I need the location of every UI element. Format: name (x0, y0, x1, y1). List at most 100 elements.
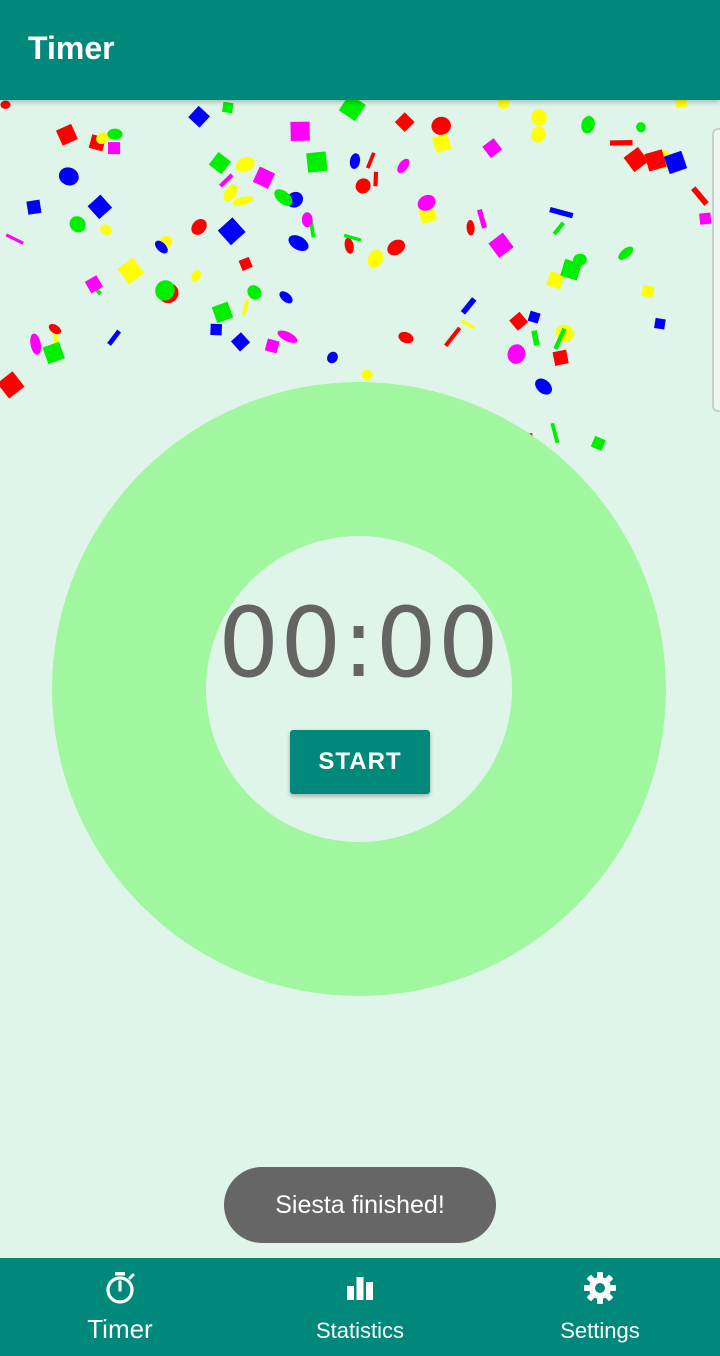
confetti-piece (308, 218, 316, 238)
confetti-piece (641, 284, 655, 298)
confetti-piece (242, 298, 250, 316)
confetti-piece (653, 150, 672, 169)
confetti-piece (301, 212, 313, 228)
confetti-piece (636, 122, 646, 133)
confetti-piece (100, 224, 112, 235)
confetti-piece (674, 100, 688, 109)
confetti-piece (230, 332, 251, 352)
confetti-piece (290, 121, 310, 141)
confetti-piece (223, 184, 238, 202)
confetti-piece (460, 297, 477, 315)
confetti-piece (535, 378, 553, 395)
confetti-piece (30, 333, 42, 355)
confetti-piece (108, 142, 121, 155)
confetti-piece (509, 311, 529, 331)
confetti-piece (235, 156, 255, 173)
confetti-piece (154, 240, 168, 254)
confetti-piece (274, 189, 293, 206)
confetti-piece (531, 330, 540, 346)
confetti-piece (398, 331, 414, 344)
timer-progress-ring: 00:00 START (52, 382, 666, 996)
time-display: 00:00 (218, 587, 500, 699)
confetti-piece (444, 326, 462, 348)
confetti-piece (191, 219, 207, 235)
confetti-piece (286, 191, 304, 208)
confetti-piece (367, 249, 384, 268)
confetti-piece (188, 105, 211, 128)
confetti-piece (58, 167, 79, 186)
app-title: Timer (28, 30, 115, 66)
confetti-piece (279, 291, 293, 304)
confetti-piece (550, 422, 560, 444)
confetti-piece (288, 235, 309, 252)
confetti-piece (691, 186, 709, 206)
confetti-piece (87, 279, 102, 296)
nav-item-timer[interactable]: Timer (0, 1258, 240, 1356)
confetti-piece (488, 232, 514, 258)
confetti-piece (42, 341, 65, 365)
confetti-piece (48, 323, 62, 335)
confetti-piece (238, 256, 253, 272)
nav-item-statistics[interactable]: Statistics (240, 1258, 480, 1356)
confetti-piece (552, 349, 569, 366)
confetti-piece (460, 319, 475, 330)
confetti-piece (327, 351, 338, 364)
app-bar: Timer (0, 0, 720, 100)
confetti-piece (5, 233, 24, 245)
confetti-piece (387, 239, 406, 256)
confetti-piece (84, 275, 104, 294)
confetti-piece (117, 257, 145, 285)
confetti-piece (96, 132, 109, 145)
confetti-piece (531, 126, 546, 143)
confetti-piece (560, 258, 582, 281)
confetti-piece (552, 221, 565, 236)
confetti-piece (107, 128, 123, 140)
confetti-piece (107, 329, 122, 346)
confetti-piece (590, 435, 606, 451)
confetti-piece (55, 123, 78, 146)
confetti-piece (52, 330, 60, 348)
confetti-piece (623, 146, 649, 173)
confetti-piece (26, 199, 42, 215)
confetti-piece (361, 369, 373, 381)
confetti-piece (431, 116, 451, 135)
confetti-piece (88, 134, 106, 152)
confetti-piece (618, 246, 634, 260)
confetti-piece (527, 310, 541, 324)
confetti-piece (0, 100, 11, 109)
confetti-piece (654, 317, 666, 330)
confetti-piece (573, 253, 587, 266)
nav-item-settings[interactable]: Settings (480, 1258, 720, 1356)
bar-chart-icon (347, 1277, 373, 1300)
start-button[interactable]: START (290, 730, 430, 794)
confetti-piece (222, 101, 234, 114)
confetti-piece (208, 151, 232, 175)
confetti-piece (264, 338, 280, 354)
confetti-piece (609, 140, 633, 146)
confetti-piece (482, 138, 503, 159)
stopwatch-icon (106, 1272, 135, 1304)
confetti-piece (417, 194, 436, 211)
confetti-piece (397, 158, 410, 174)
gear-icon (584, 1272, 616, 1304)
confetti-piece (349, 153, 361, 169)
confetti-piece (306, 151, 328, 173)
bottom-navigation: Timer Statistics Settings (0, 1258, 720, 1356)
confetti-piece (210, 323, 222, 336)
confetti-piece (549, 206, 574, 219)
confetti-piece (498, 100, 510, 109)
confetti-piece (546, 271, 565, 290)
timer-screen: 00:00 START Siesta finished! (0, 100, 720, 1258)
timer-center: 00:00 START (206, 536, 512, 842)
confetti-piece (338, 100, 366, 122)
confetti-piece (355, 178, 371, 194)
confetti-piece (87, 194, 113, 220)
confetti-piece (0, 371, 25, 399)
side-panel-handle[interactable] (712, 128, 720, 412)
confetti-piece (365, 152, 376, 169)
confetti-piece (581, 115, 595, 134)
confetti-piece (417, 204, 438, 224)
confetti-piece (211, 301, 234, 324)
confetti-piece (555, 324, 574, 342)
confetti-piece (191, 270, 202, 282)
